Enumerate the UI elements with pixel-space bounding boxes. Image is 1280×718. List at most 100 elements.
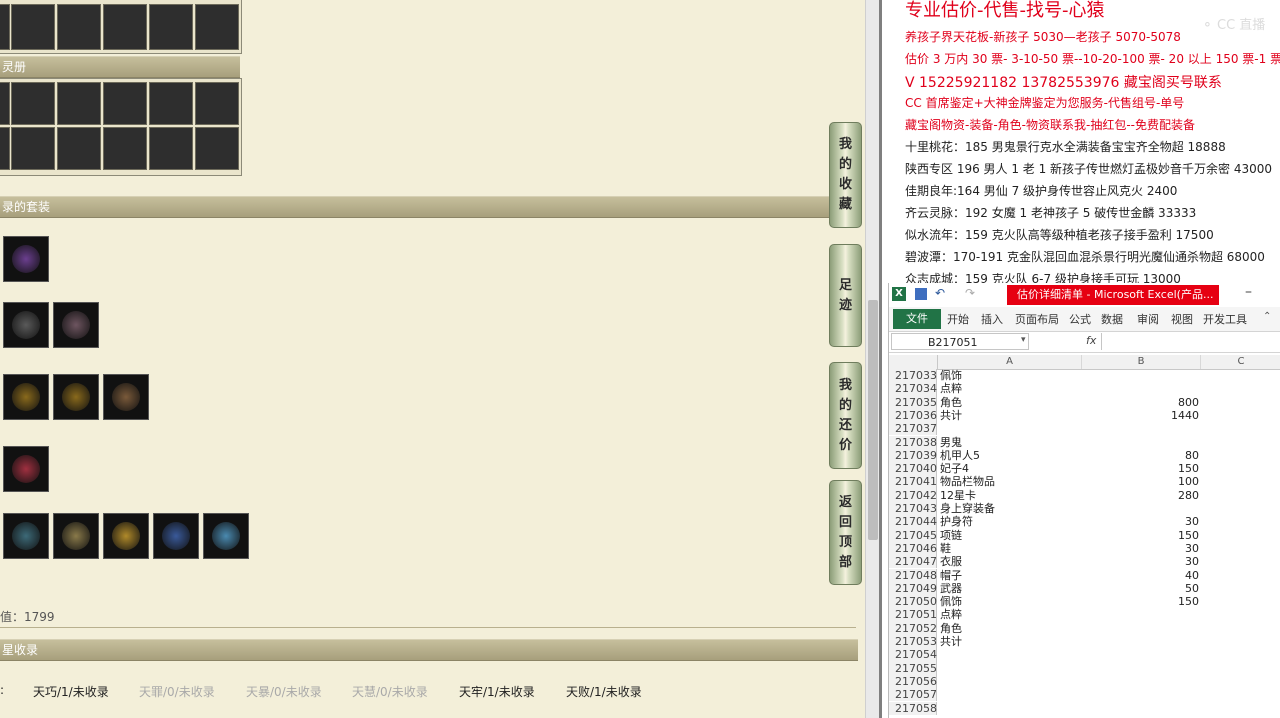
cell-a[interactable]: 佩饰 [940,595,1080,608]
equipment-item-icon[interactable] [3,446,49,492]
inventory-slot[interactable] [149,4,193,50]
cell-a[interactable]: 衣服 [940,555,1080,568]
inventory-slot[interactable] [11,82,55,125]
inventory-slot[interactable] [0,127,10,170]
sheet-row[interactable]: 217044 护身符 30 [889,515,1280,529]
sheet-row[interactable]: 217041 物品栏物品 100 [889,475,1280,489]
cell-b[interactable]: 150 [1083,462,1199,475]
inventory-slot[interactable] [103,4,147,50]
row-number[interactable]: 217057 [889,688,937,702]
sheet-row[interactable]: 217033 佩饰 [889,369,1280,383]
cell-b[interactable]: 30 [1083,542,1199,555]
row-number[interactable]: 217034 [889,382,937,396]
equipment-item-icon[interactable] [53,302,99,348]
sheet-row[interactable]: 217037 [889,422,1280,436]
sheet-row[interactable]: 217046 鞋 30 [889,541,1280,556]
ribbon-tab[interactable]: 公式 [1069,311,1091,327]
cell-a[interactable]: 帽子 [940,569,1080,582]
cell-b[interactable]: 30 [1083,515,1199,528]
row-number[interactable]: 217056 [889,674,937,689]
inventory-slot[interactable] [149,82,193,125]
cell-b[interactable]: 1440 [1083,409,1199,422]
scrollbar-thumb[interactable] [868,300,878,540]
inventory-slot[interactable] [57,82,101,125]
inventory-slot[interactable] [0,82,10,125]
equipment-item-icon[interactable] [53,513,99,559]
sheet-row[interactable]: 217047 衣服 30 [889,555,1280,569]
row-number[interactable]: 217044 [889,515,937,529]
inventory-slot[interactable] [103,82,147,125]
tab-file[interactable]: 文件 [893,309,941,329]
row-number[interactable]: 217033 [889,369,937,383]
footprint-button[interactable]: 足迹 [829,244,862,347]
inventory-slot[interactable] [103,127,147,170]
cell-b[interactable]: 40 [1083,569,1199,582]
sheet-row[interactable]: 217038 男鬼 [889,435,1280,449]
cell-a[interactable]: 点粹 [940,382,1080,395]
row-number[interactable]: 217040 [889,462,937,476]
select-all-corner[interactable] [889,355,938,369]
fx-icon[interactable]: fx [1086,334,1096,347]
namebox-dropdown-icon[interactable]: ▾ [1021,335,1026,345]
row-number[interactable]: 217048 [889,568,937,582]
inventory-slot[interactable] [195,4,239,50]
cell-a[interactable]: 男鬼 [940,436,1080,449]
row-number[interactable]: 217043 [889,502,937,516]
cell-a[interactable]: 佩饰 [940,369,1080,382]
ribbon-tab[interactable]: 视图 [1171,311,1193,327]
name-box[interactable]: B217051 [891,333,1029,350]
cell-a[interactable]: 点粹 [940,608,1080,621]
minimize-icon[interactable]: – [1245,284,1252,300]
sheet-row[interactable]: 217049 武器 50 [889,581,1280,596]
inventory-slot[interactable] [11,127,55,170]
inventory-slot[interactable] [195,82,239,125]
row-number[interactable]: 217042 [889,488,937,502]
ribbon-tab[interactable]: 插入 [981,311,1003,327]
redo-icon[interactable]: ↷ [965,286,975,300]
cell-b[interactable]: 800 [1083,396,1199,409]
row-number[interactable]: 217054 [889,648,937,662]
cell-a[interactable]: 鞋 [940,542,1080,555]
game-scrollbar[interactable] [865,0,880,718]
row-number[interactable]: 217046 [889,541,937,556]
inventory-slot[interactable] [57,4,101,50]
row-number[interactable]: 217058 [889,701,937,715]
column-header[interactable]: A [938,355,1082,369]
row-number[interactable]: 217052 [889,621,937,635]
my-favorites-button[interactable]: 我的收藏 [829,122,862,228]
sheet-row[interactable]: 217034 点粹 [889,382,1280,396]
collect-item[interactable]: 天巧/1/未收录 [33,683,109,700]
row-number[interactable]: 217051 [889,608,937,622]
row-number[interactable]: 217039 [889,448,937,463]
cell-b[interactable]: 80 [1083,449,1199,462]
equipment-item-icon[interactable] [153,513,199,559]
cell-a[interactable]: 项链 [940,529,1080,542]
sheet-row[interactable]: 217053 共计 [889,635,1280,649]
row-number[interactable]: 217055 [889,661,937,675]
row-number[interactable]: 217050 [889,595,937,609]
sheet-row[interactable]: 217054 [889,648,1280,662]
undo-icon[interactable]: ↶ [935,286,945,300]
cell-a[interactable]: 共计 [940,635,1080,648]
cell-a[interactable]: 机甲人5 [940,449,1080,462]
ribbon-tab[interactable]: 页面布局 [1015,311,1059,327]
sheet-row[interactable]: 217055 [889,661,1280,675]
cell-a[interactable]: 物品栏物品 [940,475,1080,488]
equipment-item-icon[interactable] [3,236,49,282]
collect-item[interactable]: 天牢/1/未收录 [459,683,535,700]
sheet-row[interactable]: 217058 [889,701,1280,715]
collect-item[interactable]: 天罪/0/未收录 [139,683,215,700]
sheet-row[interactable]: 217048 帽子 40 [889,568,1280,582]
row-number[interactable]: 217036 [889,408,937,423]
collect-item[interactable]: 天慧/0/未收录 [352,683,428,700]
inventory-slot[interactable] [0,4,10,50]
cell-b[interactable]: 280 [1083,489,1199,502]
my-bargain-button[interactable]: 我的还价 [829,362,862,469]
inventory-slot[interactable] [57,127,101,170]
sheet-row[interactable]: 217056 [889,674,1280,689]
sheet-row[interactable]: 217052 角色 [889,621,1280,635]
equipment-item-icon[interactable] [53,374,99,420]
cell-b[interactable]: 50 [1083,582,1199,595]
cell-b[interactable]: 30 [1083,555,1199,568]
cell-a[interactable]: 妃子4 [940,462,1080,475]
